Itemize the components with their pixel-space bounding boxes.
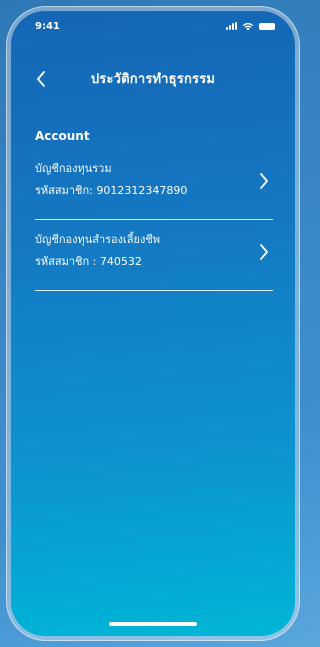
- cellular-signal-icon: [226, 22, 237, 30]
- status-bar: 9:41: [11, 11, 295, 41]
- account-member-id: รหัสสมาชิก : 740532: [35, 255, 142, 268]
- chevron-right-icon: [260, 173, 268, 189]
- page-title: ประวัติการทำธุรกรรม: [90, 71, 216, 87]
- chevron-left-icon: [37, 71, 45, 87]
- account-name: บัญชีกองทุนสำรองเลี้ยงชีพ: [35, 233, 161, 246]
- chevron-right-icon: [260, 244, 268, 260]
- account-name: บัญชีกองทุนรวม: [35, 162, 112, 175]
- section-title: Account: [35, 129, 90, 143]
- account-item-mutual-fund[interactable]: บัญชีกองทุนรวม รหัสสมาชิก: 9012312347890: [35, 159, 273, 220]
- navigation-bar: ประวัติการทำธุรกรรม: [11, 63, 295, 93]
- status-icons: [226, 22, 275, 31]
- app-screen: 9:41 ประวัติการทำธุรกรรม Account บัญชีกอ…: [11, 11, 295, 636]
- home-indicator[interactable]: [109, 622, 197, 626]
- account-list: บัญชีกองทุนรวม รหัสสมาชิก: 9012312347890…: [35, 159, 273, 301]
- account-item-provident-fund[interactable]: บัญชีกองทุนสำรองเลี้ยงชีพ รหัสสมาชิก : 7…: [35, 230, 273, 291]
- battery-icon: [259, 22, 275, 30]
- account-member-id: รหัสสมาชิก: 9012312347890: [35, 184, 188, 197]
- wifi-icon: [242, 22, 254, 30]
- status-time: 9:41: [35, 20, 60, 32]
- back-button[interactable]: [29, 67, 53, 91]
